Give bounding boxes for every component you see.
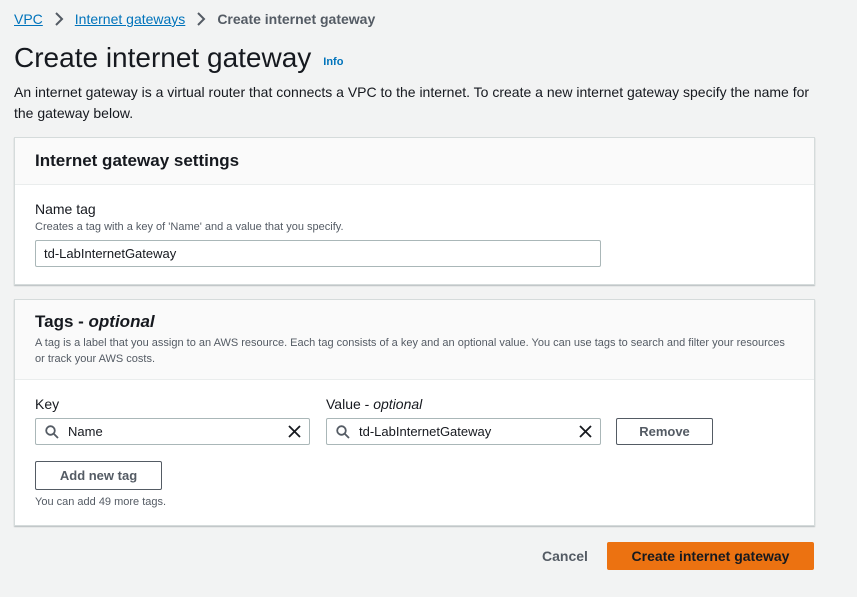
- settings-panel-header: Internet gateway settings: [15, 138, 814, 185]
- page-title-container: Create internet gateway Info: [14, 42, 343, 74]
- clear-icon[interactable]: [288, 425, 301, 438]
- info-link[interactable]: Info: [323, 56, 343, 68]
- name-tag-description: Creates a tag with a key of 'Name' and a…: [35, 221, 344, 233]
- search-icon: [45, 424, 59, 439]
- clear-icon[interactable]: [579, 425, 592, 438]
- tags-panel-title: Tags - optional: [35, 312, 794, 332]
- tags-panel: Tags - optional A tag is a label that yo…: [14, 299, 815, 526]
- chevron-right-icon: [196, 12, 206, 26]
- tags-title-text: Tags -: [35, 312, 89, 331]
- tag-key-value: Name: [68, 424, 103, 439]
- tag-key-label: Key: [35, 396, 60, 412]
- tag-limit-text: You can add 49 more tags.: [35, 496, 167, 508]
- tag-value-label: Value - optional: [326, 396, 422, 412]
- add-new-tag-button[interactable]: Add new tag: [35, 461, 162, 490]
- page-description: An internet gateway is a virtual router …: [14, 84, 810, 121]
- search-icon: [336, 424, 350, 439]
- tag-value-input[interactable]: td-LabInternetGateway: [326, 418, 601, 445]
- page-title: Create internet gateway: [14, 42, 312, 73]
- tags-panel-header: Tags - optional A tag is a label that yo…: [15, 300, 814, 380]
- name-tag-input[interactable]: td-LabInternetGateway: [35, 240, 601, 267]
- remove-tag-button[interactable]: Remove: [616, 418, 713, 445]
- tag-value-value: td-LabInternetGateway: [359, 424, 492, 439]
- tag-value-label-optional: optional: [373, 396, 423, 412]
- breadcrumb-current: Create internet gateway: [217, 11, 376, 27]
- tags-panel-description: A tag is a label that you assign to an A…: [35, 337, 785, 365]
- tag-value-label-text: Value -: [326, 396, 374, 412]
- chevron-right-icon: [54, 12, 64, 26]
- tags-title-optional: optional: [88, 312, 155, 331]
- name-tag-input-value: td-LabInternetGateway: [44, 246, 177, 261]
- name-tag-label: Name tag: [35, 201, 96, 217]
- breadcrumb-internet-gateways[interactable]: Internet gateways: [75, 11, 186, 27]
- settings-panel-title: Internet gateway settings: [35, 151, 240, 170]
- tag-key-input[interactable]: Name: [35, 418, 310, 445]
- settings-panel: Internet gateway settings Name tag Creat…: [14, 137, 815, 285]
- cancel-button[interactable]: Cancel: [542, 548, 588, 564]
- breadcrumb: VPC Internet gateways Create internet ga…: [14, 10, 375, 28]
- breadcrumb-vpc[interactable]: VPC: [14, 11, 43, 27]
- create-internet-gateway-button[interactable]: Create internet gateway: [607, 542, 814, 570]
